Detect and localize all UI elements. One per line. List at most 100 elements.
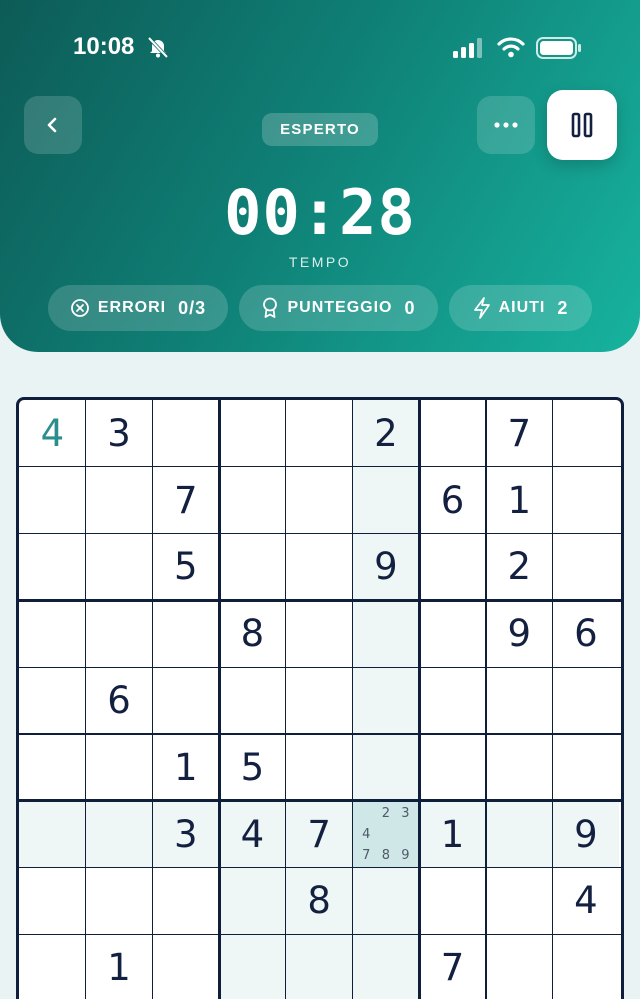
sudoku-cell-r3-c4[interactable] [219,534,286,601]
grid-line-horizontal [19,733,621,735]
sudoku-cell-r6-c8[interactable] [486,734,553,801]
sudoku-cell-r9-c7[interactable]: 7 [419,934,486,999]
sudoku-cell-r8-c1[interactable] [19,868,86,935]
sudoku-cell-r9-c6[interactable] [352,934,420,999]
sudoku-cell-r5-c4[interactable] [219,667,286,734]
sudoku-cell-r1-c4[interactable] [219,400,286,467]
sudoku-cell-r6-c2[interactable] [86,734,153,801]
sudoku-cell-r2-c2[interactable] [86,467,153,534]
sudoku-cell-r5-c2[interactable]: 6 [86,667,153,734]
sudoku-cell-r2-c8[interactable]: 1 [486,467,553,534]
sudoku-cell-r3-c6[interactable]: 9 [352,533,420,601]
sudoku-cell-r4-c3[interactable] [152,600,219,667]
sudoku-cell-r3-c8[interactable]: 2 [486,534,553,601]
sudoku-cell-r3-c5[interactable] [286,534,353,601]
sudoku-cell-r9-c1[interactable] [19,934,86,999]
sudoku-cell-r7-c9[interactable]: 9 [552,800,620,868]
note-digit [376,824,396,845]
sudoku-cell-r7-c1[interactable] [19,800,86,868]
sudoku-cell-r9-c9[interactable] [553,934,620,999]
sudoku-cell-r8-c6[interactable] [352,867,420,935]
difficulty-badge: ESPERTO [262,113,378,146]
errors-value: 0/3 [178,297,207,318]
sudoku-cell-r5-c6[interactable] [352,667,420,734]
sudoku-cell-r6-c3[interactable]: 1 [152,734,219,801]
sudoku-cell-r1-c8[interactable]: 7 [486,400,553,467]
score-value: 0 [404,297,416,318]
sudoku-cell-r7-c8[interactable] [485,800,553,868]
sudoku-cell-r2-c5[interactable] [286,467,353,534]
sudoku-cell-r2-c9[interactable] [553,467,620,534]
pause-button[interactable] [547,90,617,160]
sudoku-cell-r8-c7[interactable] [419,868,486,935]
sudoku-cell-r3-c2[interactable] [86,534,153,601]
sudoku-cell-r2-c1[interactable] [19,467,86,534]
grid-line-horizontal [19,466,621,468]
sudoku-cell-r8-c9[interactable]: 4 [553,868,620,935]
sudoku-cell-r9-c4[interactable] [219,934,286,999]
sudoku-cell-r9-c3[interactable] [152,934,219,999]
back-button[interactable] [24,96,82,154]
timer: 00:28 [224,176,416,249]
sudoku-cell-r8-c8[interactable] [486,868,553,935]
sudoku-cell-r2-c7[interactable]: 6 [419,467,486,534]
sudoku-cell-r5-c1[interactable] [19,667,86,734]
sudoku-cell-r7-c3[interactable]: 3 [152,800,220,868]
sudoku-cell-r7-c7[interactable]: 1 [419,800,486,868]
sudoku-cell-r1-c3[interactable] [152,400,219,467]
sudoku-cell-r1-c7[interactable] [419,400,486,467]
sudoku-cell-r4-c9[interactable]: 6 [553,600,620,667]
sudoku-cell-r5-c3[interactable] [152,667,219,734]
sudoku-cell-r3-c3[interactable]: 5 [152,534,219,601]
note-digit [357,803,377,824]
sudoku-cell-r1-c2[interactable]: 3 [86,400,153,467]
sudoku-cell-r4-c2[interactable] [86,600,153,667]
bell-off-icon [147,36,169,58]
sudoku-cell-r6-c5[interactable] [286,734,353,801]
grid-line-vertical [217,400,221,999]
sudoku-cell-r8-c2[interactable] [86,868,153,935]
sudoku-cell-r1-c1[interactable]: 4 [19,400,86,467]
sudoku-cell-r5-c9[interactable] [553,667,620,734]
sudoku-cell-r6-c1[interactable] [19,734,86,801]
grid-line-vertical [151,400,154,999]
sudoku-cell-r4-c8[interactable]: 9 [486,600,553,667]
sudoku-cell-r2-c4[interactable] [219,467,286,534]
sudoku-cell-r5-c5[interactable] [286,667,353,734]
note-digit [396,824,416,845]
sudoku-cell-r8-c4[interactable] [219,867,286,935]
sudoku-cell-r2-c3[interactable]: 7 [152,467,219,534]
sudoku-cell-r4-c5[interactable] [286,600,353,667]
score-label: PUNTEGGIO [287,299,393,316]
sudoku-cell-r7-c5[interactable]: 7 [285,800,353,868]
grid-line-horizontal [19,598,621,602]
sudoku-cell-r6-c7[interactable] [419,734,486,801]
sudoku-cell-r4-c7[interactable] [419,600,486,667]
sudoku-cell-r5-c7[interactable] [419,667,486,734]
sudoku-cell-r9-c2[interactable]: 1 [86,934,153,999]
sudoku-cell-r7-c4[interactable]: 4 [219,800,286,868]
sudoku-cell-r6-c9[interactable] [553,734,620,801]
sudoku-cell-r7-c2[interactable] [85,800,153,868]
sudoku-cell-r9-c8[interactable] [486,934,553,999]
sudoku-cell-r3-c7[interactable] [419,534,486,601]
sudoku-cell-r5-c8[interactable] [486,667,553,734]
note-digit: 7 [362,847,371,863]
sudoku-cell-r1-c9[interactable] [553,400,620,467]
sudoku-cell-r9-c5[interactable] [285,934,353,999]
sudoku-cell-r4-c6[interactable] [352,600,420,668]
sudoku-cell-r8-c3[interactable] [152,868,219,935]
hints-button[interactable]: AIUTI 2 [449,285,592,331]
note-digit: 4 [362,826,371,842]
sudoku-cell-r1-c6[interactable]: 2 [352,400,420,467]
sudoku-cell-r3-c9[interactable] [553,534,620,601]
sudoku-cell-r2-c6[interactable] [352,466,420,534]
sudoku-cell-r1-c5[interactable] [286,400,353,467]
sudoku-cell-r4-c4[interactable]: 8 [219,600,286,667]
sudoku-cell-r6-c4[interactable]: 5 [219,734,286,801]
sudoku-cell-r4-c1[interactable] [19,600,86,667]
sudoku-cell-r6-c6[interactable] [352,734,420,801]
more-button[interactable] [477,96,535,154]
sudoku-cell-r8-c5[interactable]: 8 [285,867,353,935]
sudoku-cell-r3-c1[interactable] [19,534,86,601]
